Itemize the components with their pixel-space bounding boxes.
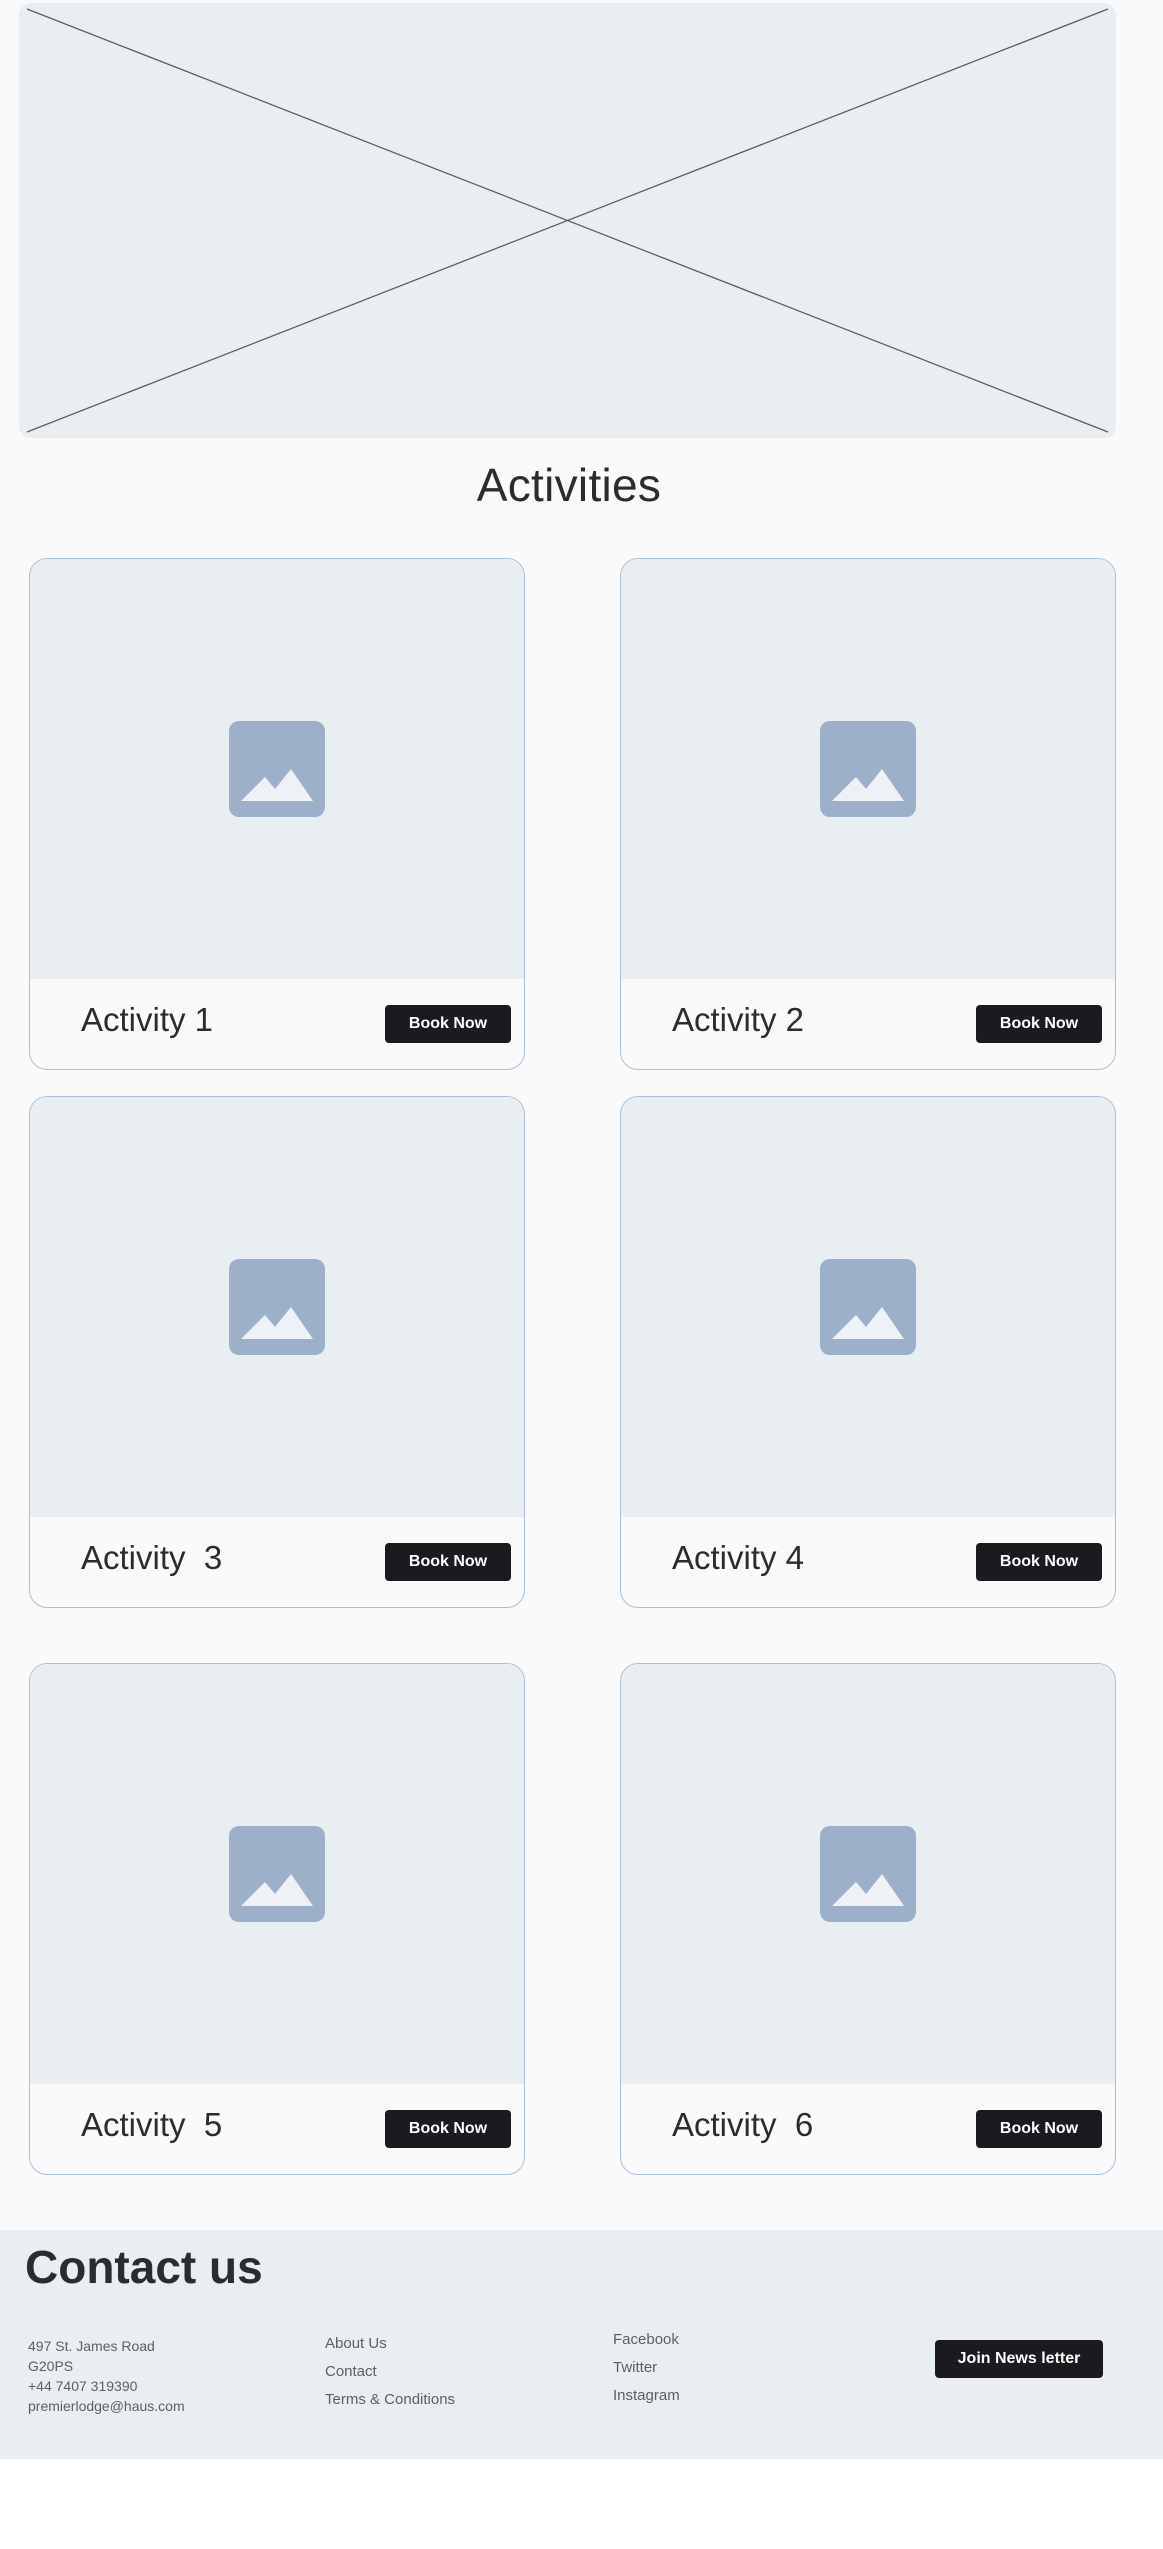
activity-card: Activity 2 Book Now	[620, 558, 1116, 1070]
activity-card: Activity 4 Book Now	[620, 1096, 1116, 1608]
footer-links-info: About Us Contact Terms & Conditions	[325, 2330, 455, 2414]
image-icon	[229, 721, 325, 817]
activity-card-footer: Activity 2 Book Now	[621, 979, 1115, 1069]
address-email: premierlodge@haus.com	[28, 2398, 185, 2414]
book-now-button[interactable]: Book Now	[976, 2110, 1102, 2148]
address-phone: +44 7407 319390	[28, 2378, 138, 2394]
activity-card-footer: Activity 1 Book Now	[30, 979, 524, 1069]
book-now-button[interactable]: Book Now	[385, 2110, 511, 2148]
activity-card: Activity 6 Book Now	[620, 1663, 1116, 2175]
book-now-button[interactable]: Book Now	[976, 1005, 1102, 1043]
activity-image-placeholder	[621, 1097, 1115, 1517]
footer-link-terms[interactable]: Terms & Conditions	[325, 2386, 455, 2414]
contact-footer: Contact us 497 St. James Road G20PS +44 …	[0, 2230, 1163, 2459]
contact-address: 497 St. James Road G20PS +44 7407 319390…	[28, 2336, 185, 2416]
image-placeholder-icon	[26, 8, 1109, 433]
activity-title: Activity 4	[672, 1539, 805, 1576]
activity-title: Activity 6	[672, 2106, 814, 2143]
activity-card-footer: Activity 4 Book Now	[621, 1517, 1115, 1607]
image-icon	[820, 1259, 916, 1355]
activity-title: Activity 1	[81, 1001, 214, 1038]
page-title: Activities	[476, 459, 662, 511]
page: Activities Activity 1 Book Now Activity …	[0, 0, 1163, 2549]
activity-card-footer: Activity 6 Book Now	[621, 2084, 1115, 2174]
image-icon	[229, 1826, 325, 1922]
activity-card: Activity 3 Book Now	[29, 1096, 525, 1608]
image-icon	[820, 1826, 916, 1922]
activity-title: Activity 3	[81, 1539, 223, 1576]
footer-title: Contact us	[25, 2241, 263, 2293]
activity-card-footer: Activity 5 Book Now	[30, 2084, 524, 2174]
address-street: 497 St. James Road	[28, 2338, 155, 2354]
activity-card: Activity 5 Book Now	[29, 1663, 525, 2175]
activity-image-placeholder	[30, 1097, 524, 1517]
activity-title: Activity 5	[81, 2106, 223, 2143]
image-icon	[229, 1259, 325, 1355]
join-newsletter-button[interactable]: Join News letter	[935, 2340, 1103, 2378]
book-now-button[interactable]: Book Now	[976, 1543, 1102, 1581]
footer-link-facebook[interactable]: Facebook	[613, 2326, 680, 2354]
footer-link-about-us[interactable]: About Us	[325, 2330, 455, 2358]
footer-link-instagram[interactable]: Instagram	[613, 2382, 680, 2410]
activity-card: Activity 1 Book Now	[29, 558, 525, 1070]
activity-image-placeholder	[621, 1664, 1115, 2084]
activity-image-placeholder	[30, 559, 524, 979]
activity-image-placeholder	[621, 559, 1115, 979]
book-now-button[interactable]: Book Now	[385, 1005, 511, 1043]
image-icon	[820, 721, 916, 817]
activity-card-footer: Activity 3 Book Now	[30, 1517, 524, 1607]
footer-link-twitter[interactable]: Twitter	[613, 2354, 680, 2382]
activity-image-placeholder	[30, 1664, 524, 2084]
activity-title: Activity 2	[672, 1001, 805, 1038]
hero-image-placeholder	[19, 3, 1116, 438]
address-postcode: G20PS	[28, 2358, 74, 2374]
footer-links-social: Facebook Twitter Instagram	[613, 2326, 680, 2410]
footer-link-contact[interactable]: Contact	[325, 2358, 455, 2386]
book-now-button[interactable]: Book Now	[385, 1543, 511, 1581]
